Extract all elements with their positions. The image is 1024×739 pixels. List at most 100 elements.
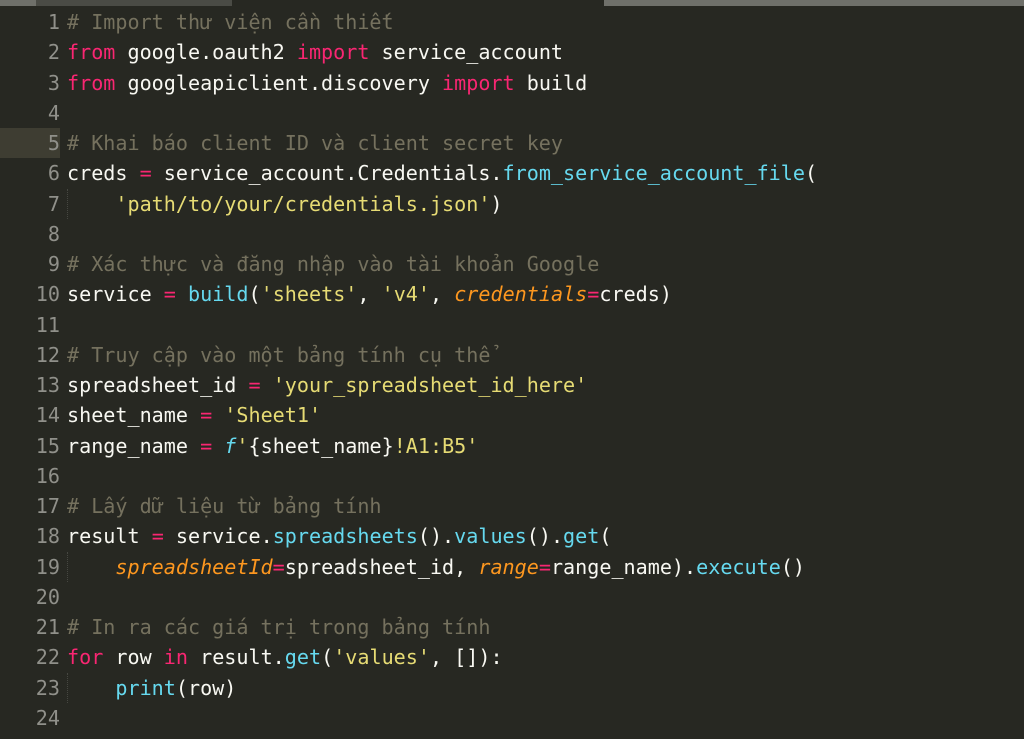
code-line[interactable]: 11	[0, 310, 1024, 340]
token-plain-text	[176, 282, 188, 306]
code-line[interactable]: 10 service = build('sheets', 'v4', creden…	[0, 279, 1024, 309]
code-line[interactable]: 15 range_name = f'{sheet_name}!A1:B5'	[0, 431, 1024, 461]
token-plain-text: build	[514, 70, 588, 95]
tab[interactable]	[36, 0, 232, 6]
line-number-gutter[interactable]: 7	[0, 189, 60, 219]
tab-active[interactable]	[232, 0, 606, 6]
code-line[interactable]: 5 # Khai báo client ID và client secret k…	[0, 128, 1024, 159]
token-plain-text: {sheet_name}	[248, 433, 394, 458]
line-number: 23	[35, 675, 60, 700]
code-line[interactable]: 22 for row in result.get('values', []):	[0, 642, 1024, 672]
line-number-gutter[interactable]: 4	[0, 98, 60, 128]
line-number: 17	[35, 494, 60, 518]
code-line[interactable]: 2 from google.oauth2 import service_accou…	[0, 37, 1024, 67]
token-comment: # Khai báo client ID và client secret ke…	[67, 131, 563, 155]
line-number-gutter[interactable]: 2	[0, 37, 60, 67]
token-operator: =	[200, 403, 213, 428]
token-plain-text: range_name).	[550, 554, 697, 579]
line-number-gutter[interactable]: 24	[0, 703, 60, 733]
token-string: 'your_spreadsheet_id_here'	[272, 373, 588, 397]
token-plain-text: (row)	[175, 675, 237, 700]
line-number: 10	[35, 282, 60, 307]
code-line[interactable]: 20	[0, 582, 1024, 612]
token-plain-text	[67, 555, 115, 579]
code-line[interactable]: 14 sheet_name = 'Sheet1'	[0, 400, 1024, 430]
code-text: # In ra các giá trị trong bảng tính	[67, 612, 490, 642]
code-text: 'path/to/your/credentials.json')	[67, 189, 502, 219]
line-number: 21	[35, 615, 60, 639]
code-line[interactable]: 1 # Import thư viện cần thiết	[0, 7, 1024, 37]
line-number-gutter[interactable]: 23	[0, 673, 60, 703]
code-line[interactable]: 6 creds = service_account.Credentials.fro…	[0, 158, 1024, 188]
line-number-gutter[interactable]: 1	[0, 7, 60, 37]
token-plain-text: ()	[780, 554, 806, 579]
token-comment: # Import thư viện cần thiết	[67, 10, 394, 34]
token-plain-text: spreadsheet_id,	[284, 554, 479, 579]
code-line[interactable]: 24	[0, 703, 1024, 733]
line-number-gutter[interactable]: 15	[0, 431, 60, 461]
line-number-gutter[interactable]: 8	[0, 219, 60, 249]
token-plain-text: googleapiclient.discovery	[115, 70, 443, 95]
token-comment: # Truy cập vào một bảng tính cụ thể	[67, 342, 491, 367]
token-function-name: values	[454, 524, 527, 549]
line-number-gutter[interactable]: 18	[0, 521, 60, 551]
code-line[interactable]: 13 spreadsheet_id = 'your_spreadsheet_id_…	[0, 370, 1024, 400]
line-number: 18	[35, 524, 60, 549]
line-number-gutter[interactable]: 22	[0, 642, 60, 672]
token-plain-text	[212, 434, 224, 458]
token-string: '	[236, 433, 249, 458]
code-line[interactable]: 17 # Lấy dữ liệu từ bảng tính	[0, 491, 1024, 521]
code-line[interactable]: 18 result = service.spreadsheets().values…	[0, 521, 1024, 551]
line-number-gutter[interactable]: 13	[0, 370, 60, 400]
token-string-prefix: f	[224, 433, 237, 458]
token-function-name: get	[284, 645, 322, 670]
code-line[interactable]: 16	[0, 461, 1024, 491]
line-number: 6	[47, 161, 60, 186]
line-number-gutter[interactable]: 19	[0, 552, 60, 582]
line-number-gutter[interactable]: 3	[0, 68, 60, 98]
token-string: 'path/to/your/credentials.json'	[115, 191, 491, 216]
code-line[interactable]: 8	[0, 219, 1024, 249]
line-number: 12	[35, 342, 60, 367]
line-number-gutter[interactable]: 17	[0, 491, 60, 521]
token-plain-text: sheet_name	[67, 403, 201, 428]
token-function-name: spreadsheets	[272, 524, 418, 549]
line-number-gutter[interactable]: 20	[0, 582, 60, 612]
token-operator: =	[151, 524, 164, 549]
line-number-gutter[interactable]: 12	[0, 340, 60, 370]
code-editor[interactable]: 1 # Import thư viện cần thiết 2 from google…	[0, 7, 1024, 739]
code-text: from googleapiclient.discovery import bu…	[67, 68, 587, 98]
line-number-gutter[interactable]: 11	[0, 310, 60, 340]
token-plain-text: creds	[67, 161, 140, 186]
line-number-gutter[interactable]: 5	[0, 128, 60, 159]
line-number-gutter[interactable]: 14	[0, 400, 60, 430]
line-number: 22	[35, 645, 60, 670]
token-plain-text: (	[804, 161, 818, 186]
token-keyword: for	[67, 645, 104, 670]
tab-bar-empty-area	[604, 0, 1024, 6]
token-function-name: from_service_account_file	[502, 161, 805, 186]
line-number-gutter[interactable]: 9	[0, 249, 60, 279]
token-plain-text: (	[599, 524, 612, 549]
token-plain-text: (	[248, 282, 261, 307]
code-text: # Import thư viện cần thiết	[67, 7, 394, 37]
token-plain-text: google.oauth2	[115, 40, 297, 65]
line-number: 14	[35, 403, 60, 428]
token-function-name: build	[188, 282, 249, 307]
token-string: !A1:B5'	[393, 433, 479, 458]
code-line[interactable]: 9 # Xác thực và đăng nhập vào tài khoản G…	[0, 249, 1024, 279]
line-number-gutter[interactable]: 16	[0, 461, 60, 491]
token-keyword: from	[67, 70, 116, 95]
code-line[interactable]: 7 'path/to/your/credentials.json')	[0, 188, 1024, 219]
tab[interactable]	[0, 0, 38, 6]
code-line[interactable]: 3 from googleapiclient.discovery import b…	[0, 68, 1024, 98]
code-line[interactable]: 21 # In ra các giá trị trong bảng tính	[0, 612, 1024, 642]
code-line[interactable]: 4	[0, 98, 1024, 128]
code-line[interactable]: 12 # Truy cập vào một bảng tính cụ thể	[0, 340, 1024, 370]
code-text: service = build('sheets', 'v4', credenti…	[67, 279, 672, 309]
code-line[interactable]: 23 print(row)	[0, 672, 1024, 703]
line-number-gutter[interactable]: 6	[0, 158, 60, 188]
line-number-gutter[interactable]: 21	[0, 612, 60, 642]
code-line[interactable]: 19 spreadsheetId=spreadsheet_id, range=r…	[0, 551, 1024, 582]
line-number-gutter[interactable]: 10	[0, 279, 60, 309]
